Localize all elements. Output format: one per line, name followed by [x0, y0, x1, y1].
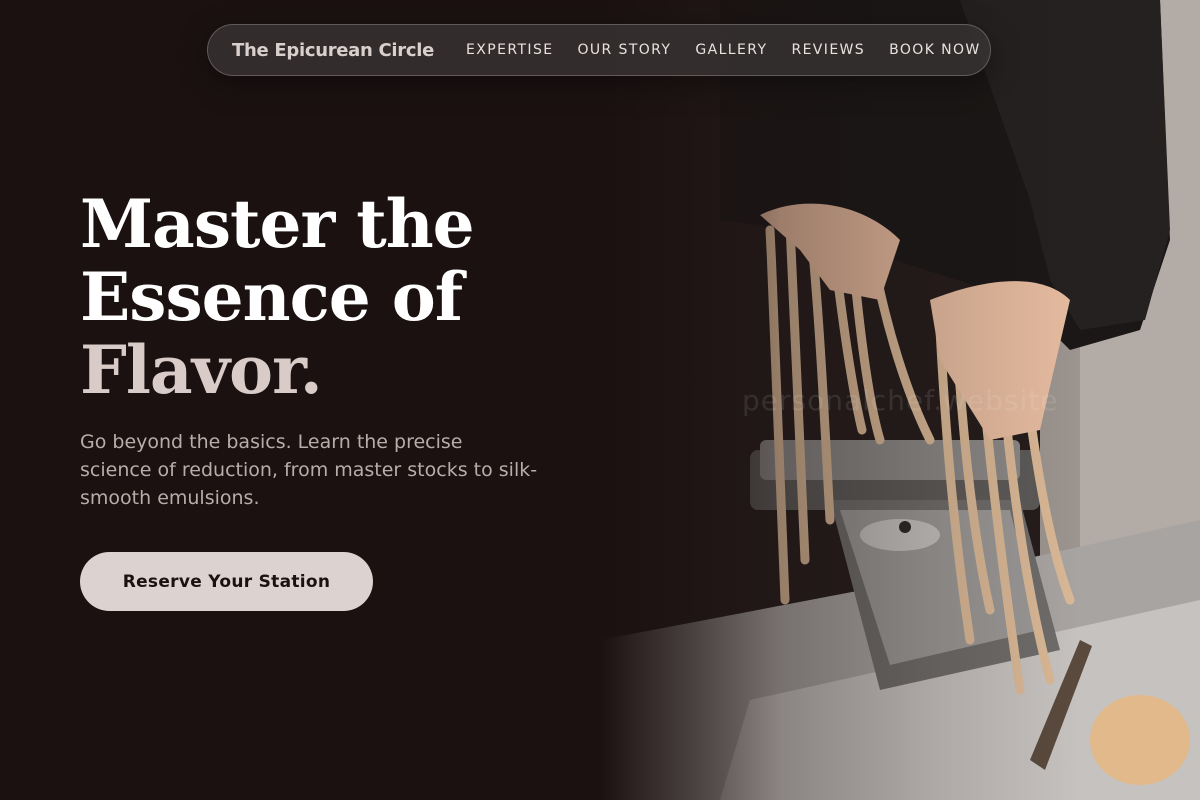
hero-headline: Master the Essence of Flavor.: [80, 185, 475, 409]
headline-line-2: Essence of: [80, 258, 463, 336]
hero-image: personalchef.website: [600, 0, 1200, 800]
reserve-station-button[interactable]: Reserve Your Station: [80, 552, 373, 611]
hero-subtitle: Go beyond the basics. Learn the precise …: [80, 431, 538, 509]
nav-link-expertise[interactable]: EXPERTISE: [466, 42, 553, 58]
top-navigation: The Epicurean Circle EXPERTISE OUR STORY…: [207, 24, 991, 76]
headline-line-1: Master the: [80, 185, 475, 263]
headline-line-3: Flavor.: [80, 331, 323, 409]
nav-link-reviews[interactable]: REVIEWS: [791, 42, 865, 58]
nav-link-gallery[interactable]: GALLERY: [695, 42, 767, 58]
nav-links: EXPERTISE OUR STORY GALLERY REVIEWS BOOK…: [466, 42, 981, 58]
brand-logo-text[interactable]: The Epicurean Circle: [232, 40, 434, 61]
nav-link-our-story[interactable]: OUR STORY: [577, 42, 671, 58]
nav-link-book-now[interactable]: BOOK NOW: [889, 42, 981, 58]
watermark-text: personalchef.website: [742, 384, 1059, 417]
